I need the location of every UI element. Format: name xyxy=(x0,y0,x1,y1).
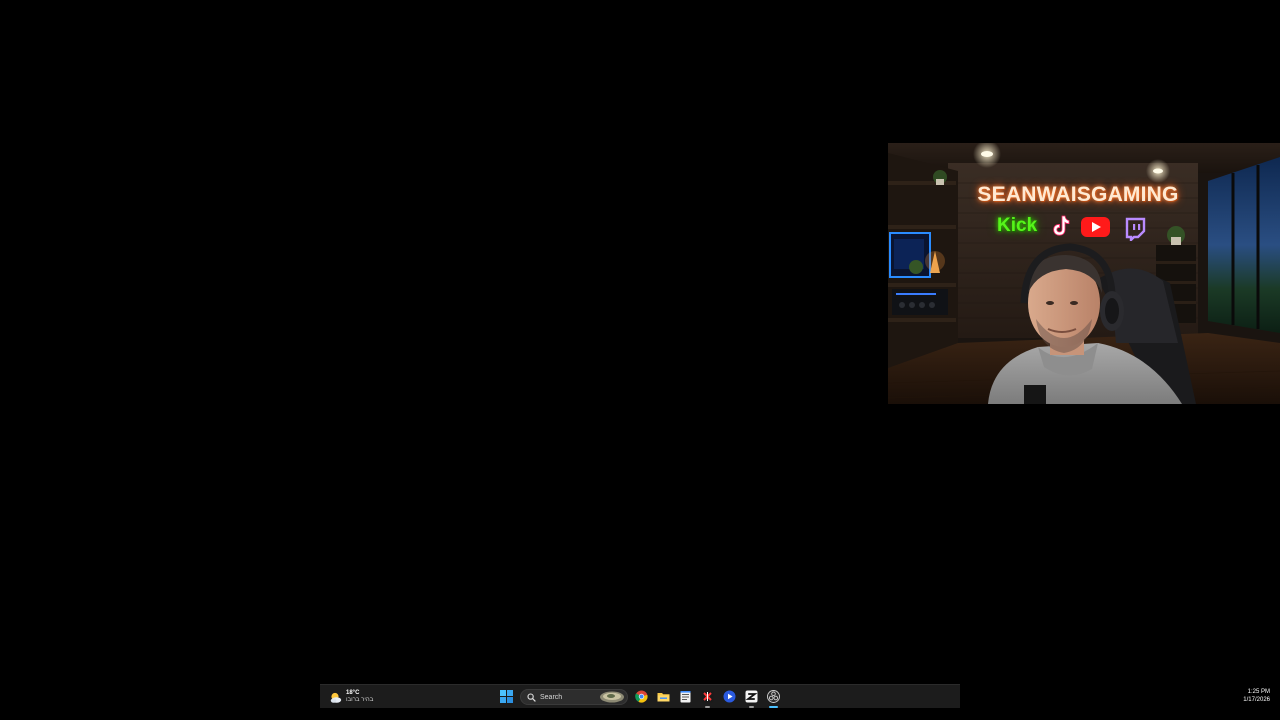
file-explorer-icon[interactable] xyxy=(657,690,670,703)
channel-name-neon-sign: SEANWAISGAMING xyxy=(977,183,1179,206)
desktop: SEANWAISGAMING Kick 18°C בהיר ברובו Sear… xyxy=(0,0,1280,720)
search-icon xyxy=(527,692,536,702)
search-highlight-image xyxy=(600,691,624,703)
capcut-running-indicator xyxy=(705,706,710,708)
obs-studio-icon[interactable] xyxy=(767,690,780,703)
twitch-icon xyxy=(1125,217,1146,241)
weather-widget[interactable]: 18°C בהיר ברובו xyxy=(329,689,373,705)
search-placeholder: Search xyxy=(540,693,563,701)
capcut-icon[interactable] xyxy=(701,690,714,703)
windows-start-icon[interactable] xyxy=(500,690,513,703)
clock-time: 1:25 PM xyxy=(1247,689,1270,695)
weather-condition: בהיר ברובו xyxy=(346,697,374,703)
capcut-editor-icon[interactable] xyxy=(745,690,758,703)
youtube-icon xyxy=(1081,217,1110,237)
taskbar: 18°C בהיר ברובו Search xyxy=(320,684,960,708)
media-player-icon[interactable] xyxy=(723,690,736,703)
kick-neon-logo: Kick xyxy=(997,215,1038,236)
capcut-editor-running-indicator xyxy=(749,706,754,708)
obs-active-indicator xyxy=(769,706,778,708)
system-clock[interactable]: 1:25 PM 1/17/2026 xyxy=(1243,688,1270,704)
chrome-icon[interactable] xyxy=(635,690,648,703)
weather-temperature: 18°C xyxy=(346,690,360,696)
clock-date: 1/17/2026 xyxy=(1243,697,1270,703)
webcam-overlay: SEANWAISGAMING Kick xyxy=(888,143,1280,404)
notepad-icon[interactable] xyxy=(679,690,692,703)
tiktok-icon xyxy=(1053,215,1070,236)
taskbar-search-box[interactable]: Search xyxy=(520,689,628,705)
partly-cloudy-icon xyxy=(330,692,342,703)
